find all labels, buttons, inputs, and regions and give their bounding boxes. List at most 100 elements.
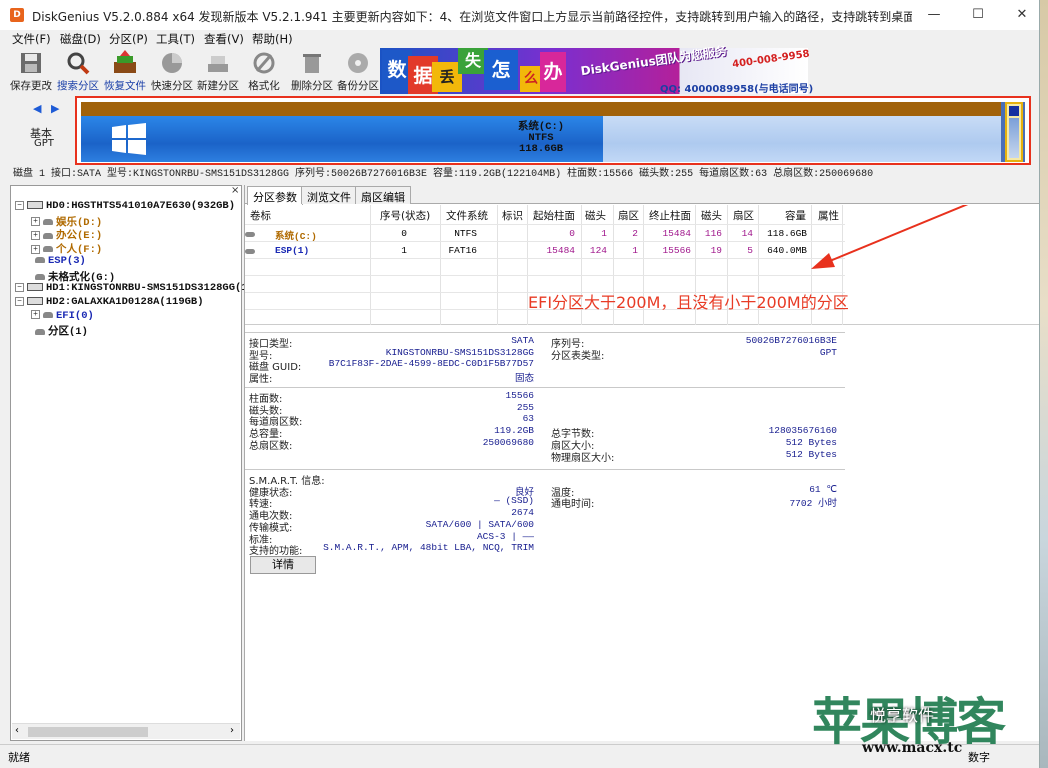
close-button[interactable]: ✕	[1000, 0, 1039, 30]
disk-partition-style: GPT	[34, 138, 54, 149]
table-cell: 2	[632, 228, 638, 239]
tree-item-label: ESP(3)	[48, 254, 86, 267]
column-header[interactable]: 扇区	[618, 208, 639, 223]
scroll-right-icon[interactable]: ›	[230, 725, 234, 736]
info-value: 119.2GB	[494, 425, 534, 437]
column-header[interactable]: 扇区	[733, 208, 754, 223]
table-cell: 14	[741, 228, 753, 239]
format-button[interactable]: 格式化	[244, 50, 284, 94]
table-cell: NTFS	[454, 228, 477, 239]
maximize-button[interactable]: ☐	[956, 0, 1000, 30]
tree-item-label: HD1:KINGSTONRBU-SMS151DS3128GG(1	[46, 282, 248, 295]
column-header[interactable]: 容量	[785, 208, 806, 223]
info-section-divider	[245, 387, 845, 388]
tree-partition-item[interactable]: 分区(1)	[35, 323, 88, 338]
expand-toggle-icon[interactable]: +	[31, 310, 40, 320]
column-header[interactable]: 终止柱面	[649, 208, 691, 223]
info-label: 通电时间:	[551, 499, 595, 511]
title-bar: D DiskGenius V5.2.0.884 x64 发现新版本 V5.2.1…	[0, 0, 1039, 30]
horizontal-scrollbar[interactable]: ‹ ›	[12, 723, 240, 739]
partition-map-highlight: 系统(C:) NTFS 118.6GB	[75, 96, 1031, 165]
tree-partition-item[interactable]: ESP(3)	[35, 255, 86, 267]
column-header[interactable]: 属性	[818, 208, 839, 223]
expand-toggle-icon[interactable]: −	[15, 282, 24, 292]
partition-label: 系统(C:) NTFS 118.6GB	[81, 122, 1001, 155]
status-text: 就绪	[8, 751, 30, 764]
save-disk-icon	[21, 53, 41, 73]
table-cell: FAT16	[448, 245, 477, 256]
column-header[interactable]: 磁头	[701, 208, 722, 223]
toolbar-label: 删除分区	[291, 80, 333, 92]
table-cell: 118.6GB	[767, 228, 807, 239]
tree-item-label: EFI(0)	[56, 309, 94, 322]
scroll-left-icon[interactable]: ‹	[15, 725, 19, 736]
expand-toggle-icon[interactable]: +	[31, 231, 40, 241]
ad-banner[interactable]: 数 据 丢 失 怎 么 办 DiskGenius团队为您服务 400-008-9…	[380, 44, 813, 96]
info-value: SATA	[511, 335, 534, 346]
menu-file[interactable]: 文件(F)	[12, 31, 51, 47]
tree-item-label: HD0:HGSTHTS541010A7E630(932GB)	[46, 200, 236, 212]
tree-partition-item[interactable]: + EFI(0)	[31, 310, 94, 322]
toolbar-label: 保存更改	[10, 80, 52, 92]
scroll-thumb[interactable]	[28, 727, 148, 737]
info-value: S.M.A.R.T., APM, 48bit LBA, NCQ, TRIM	[323, 542, 534, 554]
trash-icon	[303, 54, 321, 73]
tree-disk-item[interactable]: − HD1:KINGSTONRBU-SMS151DS3128GG(1	[15, 282, 248, 294]
column-header[interactable]: 文件系统	[446, 208, 488, 223]
details-button[interactable]: 详情	[250, 556, 316, 574]
expand-toggle-icon[interactable]: −	[15, 200, 24, 210]
banner-char: 么	[520, 66, 542, 92]
partition-table: 卷标 序号(状态) 文件系统 标识 起始柱面 磁头 扇区 终止柱面 磁头 扇区 容量 属性 系统(C:…	[245, 205, 1039, 325]
recover-files-button[interactable]: 恢复文件	[102, 50, 148, 94]
menu-help[interactable]: 帮助(H)	[252, 31, 293, 47]
table-cell: 1	[401, 245, 407, 256]
info-value: 512 Bytes	[785, 448, 837, 460]
expand-toggle-icon[interactable]: +	[31, 244, 40, 254]
menu-disk[interactable]: 磁盘(D)	[60, 31, 101, 47]
info-value: 固态	[514, 373, 534, 385]
search-partition-button[interactable]: 搜索分区	[56, 50, 100, 94]
column-header[interactable]: 序号(状态)	[380, 208, 430, 223]
column-header[interactable]: 标识	[502, 208, 523, 223]
column-header[interactable]: 磁头	[585, 208, 606, 223]
menu-partition[interactable]: 分区(P)	[109, 31, 148, 47]
expand-toggle-icon[interactable]: −	[15, 296, 24, 306]
info-value: 63	[522, 413, 534, 425]
info-value: SATA/600 | SATA/600	[425, 518, 534, 530]
tab-sector-edit[interactable]: 扇区编辑	[355, 186, 411, 204]
column-header[interactable]: 起始柱面	[533, 208, 575, 223]
table-row[interactable]: ESP(1) 1 FAT16 15484 124 1 15566 19 5 640.0MB	[245, 245, 845, 259]
tree-disk-item[interactable]: − HD0:HGSTHTS541010A7E630(932GB)	[15, 200, 235, 212]
table-cell: 19	[710, 245, 722, 256]
menu-view[interactable]: 查看(V)	[204, 31, 244, 47]
tab-browse-files[interactable]: 浏览文件	[301, 186, 357, 204]
minimize-button[interactable]: —	[912, 0, 956, 30]
watermark-account: 悦享软件	[870, 706, 935, 725]
info-value: 61 ℃	[809, 483, 837, 495]
desktop-background	[1040, 0, 1048, 768]
table-cell: 116	[704, 228, 722, 239]
save-changes-button[interactable]: 保存更改	[8, 50, 54, 94]
backup-partition-button[interactable]: 备份分区	[336, 50, 380, 94]
menu-tools[interactable]: 工具(T)	[156, 31, 195, 47]
partition-icon	[43, 218, 53, 225]
close-pane-icon[interactable]: ×	[231, 185, 239, 196]
expand-toggle-icon[interactable]: +	[31, 217, 40, 227]
new-partition-button[interactable]: 新建分区	[196, 50, 240, 94]
info-value: 128035676160	[768, 425, 837, 437]
toolbar-label: 备份分区	[337, 80, 379, 92]
partition-block-system[interactable]: 系统(C:) NTFS 118.6GB	[81, 102, 1001, 162]
disk-nav-arrows[interactable]: ◀ ▶	[33, 102, 62, 115]
tree-disk-item[interactable]: − HD2:GALAXKA1D0128A(119GB)	[15, 296, 204, 308]
info-value: — (SSD)	[494, 495, 534, 507]
tab-partition-params[interactable]: 分区参数	[247, 186, 303, 205]
delete-partition-button[interactable]: 删除分区	[290, 50, 334, 94]
table-row[interactable]: 系统(C:) 0 NTFS 0 1 2 15484 116 14 118.6GB	[245, 228, 845, 242]
quick-partition-button[interactable]: 快速分区	[150, 50, 194, 94]
recover-files-icon	[114, 50, 136, 73]
partition-block-esp[interactable]	[1005, 102, 1023, 162]
column-header[interactable]: 卷标	[250, 208, 271, 223]
backup-icon	[348, 53, 368, 73]
banner-qq: QQ: 4000089958(与电话同号)	[660, 84, 814, 95]
watermark: 苹果博客 悦享软件 www.macx.tc	[812, 682, 1048, 768]
